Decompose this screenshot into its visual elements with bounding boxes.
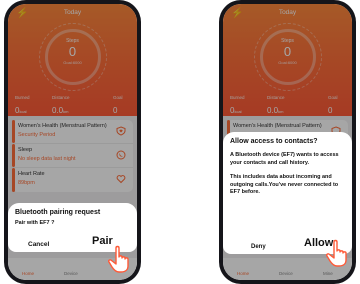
dialog-message: Pair with EF7 ? (15, 220, 55, 226)
contacts-access-dialog: Allow access to contacts? A Bluetooth de… (223, 132, 352, 254)
phone-pairing: ⚡ Today Steps 0 Goal:6000 Burned 0kcal D… (4, 0, 141, 284)
dialog-message: A Bluetooth device (EF7) wants to access… (230, 152, 339, 166)
dialog-detail: This includes data about incoming and ou… (230, 174, 339, 195)
dialog-title: Allow access to contacts? (230, 138, 318, 145)
deny-button[interactable]: Deny (251, 244, 266, 250)
phone-screen: ⚡ Today Steps 0 Goal:6000 Burned 0kcal D… (223, 4, 352, 280)
phone-contacts-access: ⚡ Today Steps 0 Goal:6000 Burned 0kcal D… (219, 0, 356, 284)
cancel-button[interactable]: Cancel (28, 241, 49, 248)
pointing-hand-icon (108, 244, 134, 274)
dialog-title: Bluetooth pairing request (15, 209, 101, 216)
pointing-hand-icon (326, 238, 352, 268)
phone-screen: ⚡ Today Steps 0 Goal:6000 Burned 0kcal D… (8, 4, 137, 280)
